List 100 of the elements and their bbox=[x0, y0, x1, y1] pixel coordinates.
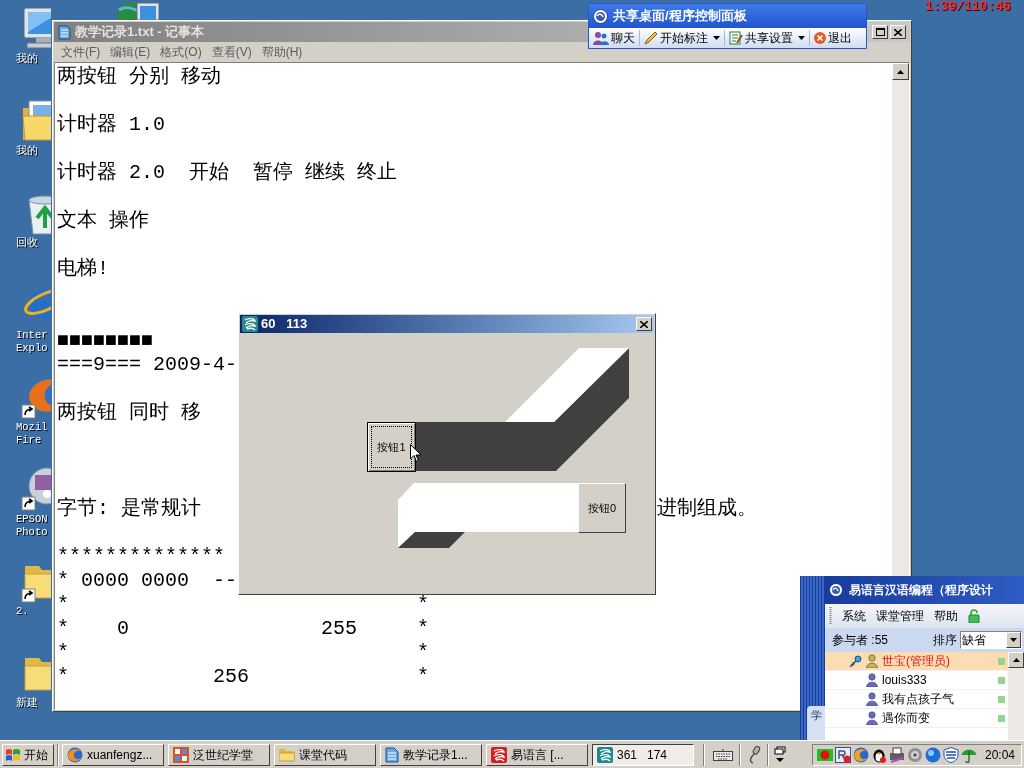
text-line: 进制组成。 bbox=[657, 497, 757, 521]
text-line: ************** bbox=[57, 545, 226, 569]
keyboard-icon[interactable] bbox=[713, 748, 733, 761]
side-tab[interactable]: 学 bbox=[807, 706, 825, 740]
text-line: 两按钮 分别 移动 bbox=[57, 65, 221, 89]
text-line: ===9=== 2009-4- bbox=[57, 353, 238, 377]
close-button[interactable] bbox=[890, 25, 906, 39]
menu-item[interactable]: 帮助 bbox=[934, 607, 958, 625]
dropdown-value: 缺省 bbox=[961, 632, 986, 649]
toolbar-grip-icon bbox=[829, 607, 832, 625]
start-button[interactable]: 开始 bbox=[2, 743, 54, 766]
r-letter-badge-icon[interactable] bbox=[835, 746, 851, 763]
toolbar-button[interactable]: 退出 bbox=[810, 28, 856, 48]
notepad-icon bbox=[57, 24, 71, 40]
member-row[interactable]: louis333 bbox=[825, 671, 1008, 690]
text-line: 电梯! bbox=[57, 257, 109, 281]
text-line: * 0 255 * bbox=[57, 617, 430, 641]
checklist-icon bbox=[729, 31, 743, 45]
menu-item[interactable]: 查看(V) bbox=[206, 43, 257, 61]
window-title: 教学记录1.txt - 记事本 bbox=[75, 23, 205, 42]
icon-label[interactable]: 我的 bbox=[16, 53, 38, 66]
icon-label[interactable]: Mozil bbox=[16, 421, 48, 434]
microphone-icon[interactable] bbox=[747, 745, 761, 764]
folder-icon bbox=[279, 747, 295, 762]
text-line: 文本 操作 bbox=[57, 209, 149, 233]
text-line: * * bbox=[57, 593, 430, 617]
taskbar-button[interactable]: 课堂代码 bbox=[274, 743, 376, 766]
member-name: 遇你而变 bbox=[882, 710, 930, 727]
sort-dropdown[interactable]: 缺省 bbox=[960, 631, 1022, 649]
toolbar-button[interactable]: 聊天 bbox=[589, 28, 639, 48]
panel-title: 共享桌面/程序控制面板 bbox=[613, 7, 747, 26]
close-button[interactable] bbox=[636, 317, 652, 331]
icon-label[interactable]: 我的 bbox=[16, 145, 38, 158]
menu-item[interactable]: 编辑(E) bbox=[105, 43, 156, 61]
participant-count: 参与者 :55 bbox=[832, 632, 888, 649]
tiles-icon bbox=[173, 746, 189, 763]
globe-orb-icon bbox=[67, 746, 83, 763]
person-icon bbox=[866, 654, 878, 668]
icon-label[interactable]: Inter bbox=[16, 329, 48, 342]
member-name: louis333 bbox=[882, 672, 927, 689]
taskbar-button[interactable]: 361 174 bbox=[592, 743, 694, 766]
icon-label[interactable]: EPSON bbox=[16, 513, 48, 526]
shield-icon[interactable] bbox=[943, 746, 959, 763]
key-icon bbox=[848, 655, 862, 667]
vertical-scrollbar[interactable] bbox=[1008, 652, 1024, 740]
icon-label[interactable]: Explo bbox=[16, 342, 48, 355]
toolbar-button[interactable]: 共享设置 bbox=[725, 28, 809, 48]
push-button[interactable]: 按钮1 bbox=[367, 422, 416, 472]
swirl-app-icon bbox=[491, 746, 507, 763]
member-row[interactable]: 世宝(管理员) bbox=[825, 652, 1008, 671]
toolbar-button[interactable]: 开始标注 bbox=[640, 28, 724, 48]
menu-item[interactable]: 格式(O) bbox=[155, 43, 207, 61]
up-arrow-icon bbox=[1012, 658, 1020, 662]
push-button[interactable]: 按钮0 bbox=[578, 483, 626, 533]
padlock-icon bbox=[968, 609, 980, 623]
menu-item[interactable]: 课堂管理 bbox=[876, 607, 924, 625]
icon-label[interactable]: 2. bbox=[16, 605, 29, 618]
flag-icon bbox=[5, 747, 21, 762]
taskbar-button[interactable]: xuanfengz... bbox=[62, 743, 164, 766]
record-icon[interactable] bbox=[817, 747, 833, 762]
icon-label[interactable]: Fire bbox=[16, 434, 48, 447]
taskbar-button[interactable]: 泛世纪学堂 bbox=[168, 743, 270, 766]
member-name: 世宝(管理员) bbox=[882, 653, 950, 670]
restore-windows-icon[interactable] bbox=[774, 745, 786, 764]
person-icon bbox=[866, 711, 878, 725]
menu-item[interactable]: 帮助(H) bbox=[256, 43, 308, 61]
scroll-up-button[interactable] bbox=[892, 63, 909, 80]
person-icon bbox=[866, 673, 878, 687]
printer-icon[interactable] bbox=[889, 746, 905, 763]
globe-badge-icon bbox=[829, 583, 843, 597]
pencil-icon bbox=[644, 31, 658, 45]
text-line: ■■■■■■■■ bbox=[57, 329, 153, 353]
icon-label[interactable]: Photo bbox=[16, 526, 48, 539]
member-row[interactable]: 遇你而变 bbox=[825, 709, 1008, 728]
sort-label: 排序 bbox=[933, 632, 957, 649]
text-line: 两按钮 同时 移 bbox=[57, 401, 201, 425]
taskbar-button[interactable]: 易语言 [... bbox=[486, 743, 588, 766]
people-icon bbox=[593, 31, 609, 45]
taskbar-button[interactable]: 教学记录1... bbox=[380, 743, 482, 766]
swirl-app-icon bbox=[597, 746, 613, 763]
member-row[interactable]: 我有点孩子气 bbox=[825, 690, 1008, 709]
caret-icon bbox=[713, 36, 720, 40]
menu-item[interactable]: 系统 bbox=[842, 607, 866, 625]
dropdown-arrow-icon bbox=[1010, 638, 1017, 642]
maximize-button[interactable] bbox=[872, 25, 888, 39]
close-circle-icon bbox=[814, 32, 826, 44]
text-line: 计时器 2.0 开始 暂停 继续 终止 bbox=[57, 161, 398, 185]
icon-label[interactable]: 回收 bbox=[16, 237, 38, 250]
icon-label[interactable]: 新建 bbox=[16, 697, 38, 710]
close-icon bbox=[894, 28, 902, 36]
member-name: 我有点孩子气 bbox=[882, 691, 954, 708]
maximize-icon bbox=[875, 28, 885, 36]
up-arrow-icon bbox=[897, 69, 904, 74]
orb-icon[interactable] bbox=[925, 746, 941, 763]
notepad-icon bbox=[385, 746, 399, 763]
globe-badge-icon bbox=[593, 8, 608, 24]
menu-item[interactable]: 文件(F) bbox=[56, 43, 106, 61]
scroll-up-button[interactable] bbox=[1008, 652, 1024, 668]
recording-time: 1:39/110:46 bbox=[925, 0, 1011, 14]
text-line: * * bbox=[57, 641, 430, 665]
